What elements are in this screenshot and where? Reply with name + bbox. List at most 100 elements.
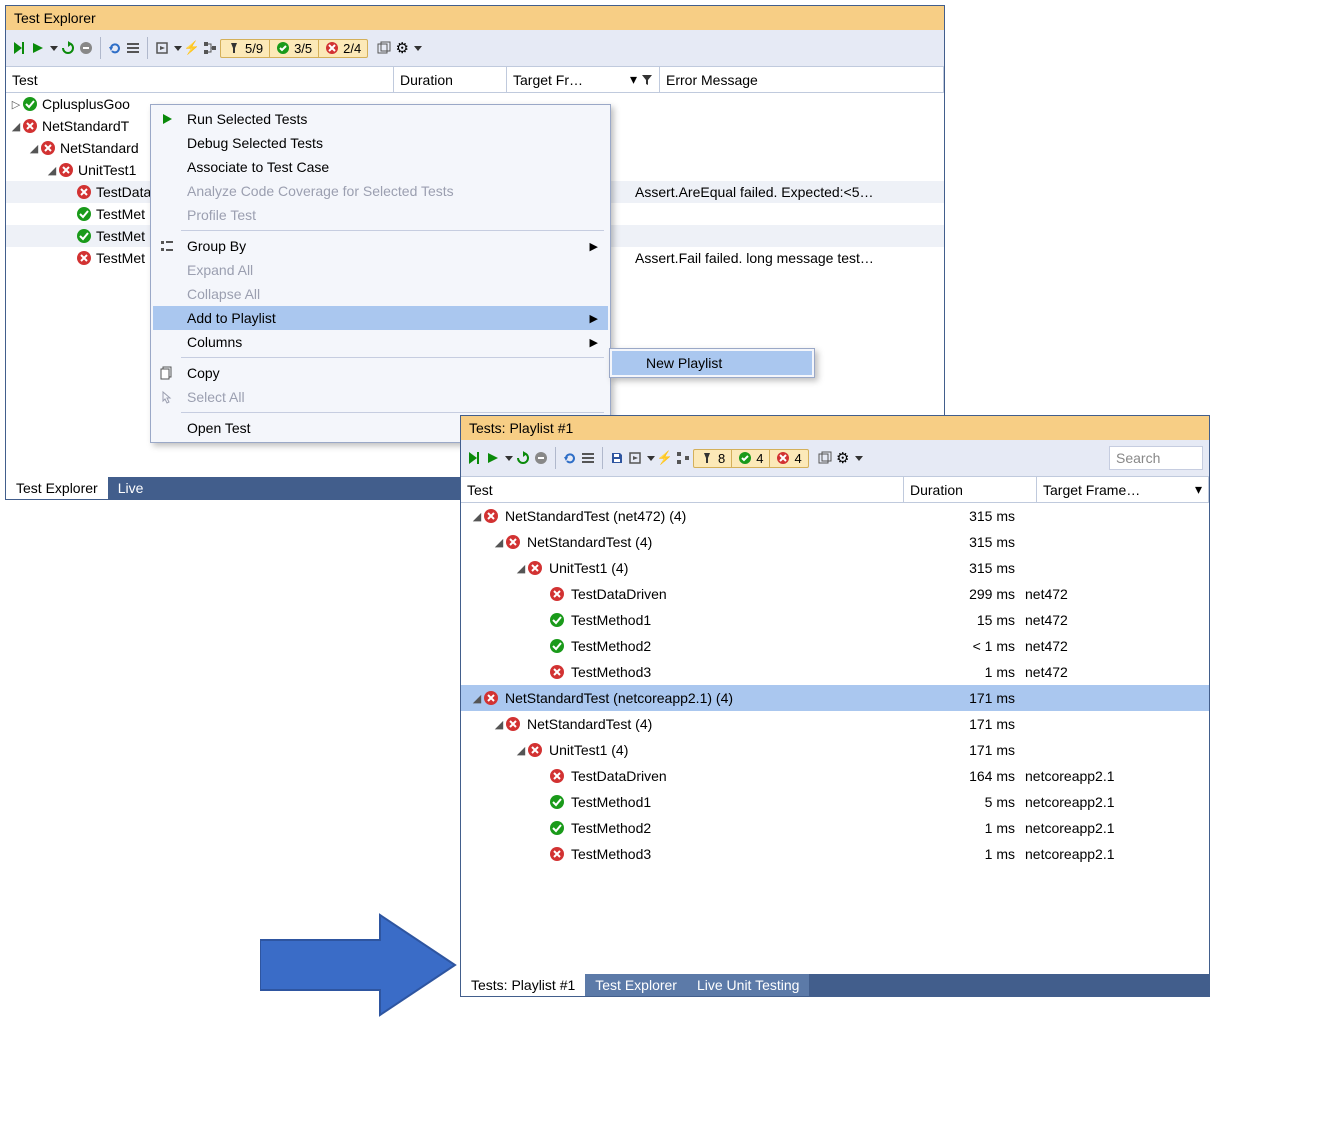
fail-icon — [22, 118, 38, 134]
fail-icon — [549, 664, 565, 680]
search-input[interactable]: Search — [1109, 446, 1203, 470]
test-row[interactable]: ◢NetStandardTest (netcoreapp2.1) (4)171 … — [461, 685, 1209, 711]
fail-icon — [76, 184, 92, 200]
filter-icon[interactable] — [641, 74, 653, 86]
save-icon[interactable] — [609, 450, 625, 466]
test-row[interactable]: TestMethod31 msnet472 — [461, 659, 1209, 685]
tab-live[interactable]: Live — [108, 477, 154, 499]
panel2-toolbar: ⚡ 8 4 4 ⚙ Search — [461, 440, 1209, 477]
test-row[interactable]: TestMethod115 msnet472 — [461, 607, 1209, 633]
bolt-icon[interactable]: ⚡ — [184, 40, 200, 56]
count-fail[interactable]: 4 — [770, 450, 807, 467]
test-row[interactable]: ◢NetStandardTest (4)315 ms — [461, 529, 1209, 555]
hierarchy-icon[interactable] — [675, 450, 691, 466]
col-error[interactable]: Error Message — [660, 67, 944, 92]
run-all-icon[interactable] — [467, 450, 483, 466]
col-test[interactable]: Test — [6, 67, 394, 92]
test-row[interactable]: ◢UnitTest1 (4)315 ms — [461, 555, 1209, 581]
fail-icon — [549, 846, 565, 862]
col-duration[interactable]: Duration — [394, 67, 507, 92]
gear-icon[interactable]: ⚙ — [835, 450, 851, 466]
test-row[interactable]: TestMethod21 msnetcoreapp2.1 — [461, 815, 1209, 841]
col-target[interactable]: Target Fr…▾ — [507, 67, 660, 92]
tab-test-explorer[interactable]: Test Explorer — [6, 477, 108, 499]
menu-profile-test: Profile Test — [153, 203, 608, 227]
menu-copy[interactable]: Copy — [153, 361, 608, 385]
refresh-icon[interactable] — [562, 450, 578, 466]
run-icon[interactable] — [485, 450, 501, 466]
col-test[interactable]: Test — [461, 477, 904, 502]
menu-columns[interactable]: Columns▶ — [153, 330, 608, 354]
menu-add-to-playlist[interactable]: Add to Playlist▶ — [153, 306, 608, 330]
panel2-status-tabs: Tests: Playlist #1 Test Explorer Live Un… — [461, 974, 1209, 996]
dropdown-icon[interactable] — [855, 456, 863, 461]
menu-associate-to-test-case[interactable]: Associate to Test Case — [153, 155, 608, 179]
window-icon[interactable] — [376, 40, 392, 56]
tab-live-unit-testing[interactable]: Live Unit Testing — [687, 974, 809, 996]
menu-run-selected-tests[interactable]: Run Selected Tests — [153, 107, 608, 131]
menu-collapse-all: Collapse All — [153, 282, 608, 306]
count-pass[interactable]: 3/5 — [270, 40, 319, 57]
menu-expand-all: Expand All — [153, 258, 608, 282]
test-row[interactable]: ◢NetStandardTest (net472) (4)315 ms — [461, 503, 1209, 529]
count-pass[interactable]: 4 — [732, 450, 770, 467]
hierarchy-icon[interactable] — [202, 40, 218, 56]
menu-analyze-code-coverage-for-selected-tests: Analyze Code Coverage for Selected Tests — [153, 179, 608, 203]
dropdown-icon[interactable] — [505, 456, 513, 461]
dropdown-icon[interactable] — [50, 46, 58, 51]
run-all-icon[interactable] — [12, 40, 28, 56]
panel2-columns: Test Duration Target Frame…▾ — [461, 477, 1209, 503]
test-row[interactable]: TestDataDriven164 msnetcoreapp2.1 — [461, 763, 1209, 789]
menu-new-playlist[interactable]: New Playlist — [612, 351, 812, 375]
repeat-icon[interactable] — [515, 450, 531, 466]
test-row[interactable]: ◢UnitTest1 (4)171 ms — [461, 737, 1209, 763]
playlist-icon[interactable] — [154, 40, 170, 56]
window-icon[interactable] — [817, 450, 833, 466]
menu-debug-selected-tests[interactable]: Debug Selected Tests — [153, 131, 608, 155]
stop-icon[interactable] — [533, 450, 549, 466]
arrow-graphic — [260, 905, 460, 1025]
panel2-tree: ◢NetStandardTest (net472) (4)315 ms◢NetS… — [461, 503, 1209, 867]
playlist-icon[interactable] — [627, 450, 643, 466]
pass-icon — [549, 612, 565, 628]
pass-icon — [76, 206, 92, 222]
dropdown-icon[interactable] — [174, 46, 182, 51]
menu-group-by[interactable]: Group By▶ — [153, 234, 608, 258]
panel1-title: Test Explorer — [6, 6, 944, 30]
count-total[interactable]: 5/9 — [221, 40, 270, 57]
dropdown-icon[interactable] — [647, 456, 655, 461]
list-icon[interactable] — [580, 450, 596, 466]
col-target[interactable]: Target Frame…▾ — [1037, 477, 1209, 502]
test-row[interactable]: TestMethod15 msnetcoreapp2.1 — [461, 789, 1209, 815]
stop-icon[interactable] — [78, 40, 94, 56]
fail-icon — [549, 586, 565, 602]
fail-icon — [527, 560, 543, 576]
pass-icon — [549, 638, 565, 654]
menu-select-all: Select All — [153, 385, 608, 409]
count-fail[interactable]: 2/4 — [319, 40, 367, 57]
test-row[interactable]: TestDataDriven299 msnet472 — [461, 581, 1209, 607]
bolt-icon[interactable]: ⚡ — [657, 450, 673, 466]
fail-icon — [505, 716, 521, 732]
test-row[interactable]: ◢NetStandardTest (4)171 ms — [461, 711, 1209, 737]
fail-icon — [549, 768, 565, 784]
dropdown-icon[interactable] — [414, 46, 422, 51]
test-counts: 8 4 4 — [693, 449, 809, 468]
pass-icon — [22, 96, 38, 112]
test-row[interactable]: TestMethod31 msnetcoreapp2.1 — [461, 841, 1209, 867]
repeat-icon[interactable] — [60, 40, 76, 56]
pass-icon — [76, 228, 92, 244]
fail-icon — [483, 690, 499, 706]
refresh-icon[interactable] — [107, 40, 123, 56]
test-row[interactable]: TestMethod2< 1 msnet472 — [461, 633, 1209, 659]
tab-test-explorer[interactable]: Test Explorer — [585, 974, 687, 996]
count-total[interactable]: 8 — [694, 450, 732, 467]
fail-icon — [505, 534, 521, 550]
gear-icon[interactable]: ⚙ — [394, 40, 410, 56]
tab-playlist[interactable]: Tests: Playlist #1 — [461, 974, 585, 996]
context-menu: Run Selected TestsDebug Selected TestsAs… — [150, 104, 611, 443]
col-duration[interactable]: Duration — [904, 477, 1037, 502]
fail-icon — [58, 162, 74, 178]
run-icon[interactable] — [30, 40, 46, 56]
list-icon[interactable] — [125, 40, 141, 56]
